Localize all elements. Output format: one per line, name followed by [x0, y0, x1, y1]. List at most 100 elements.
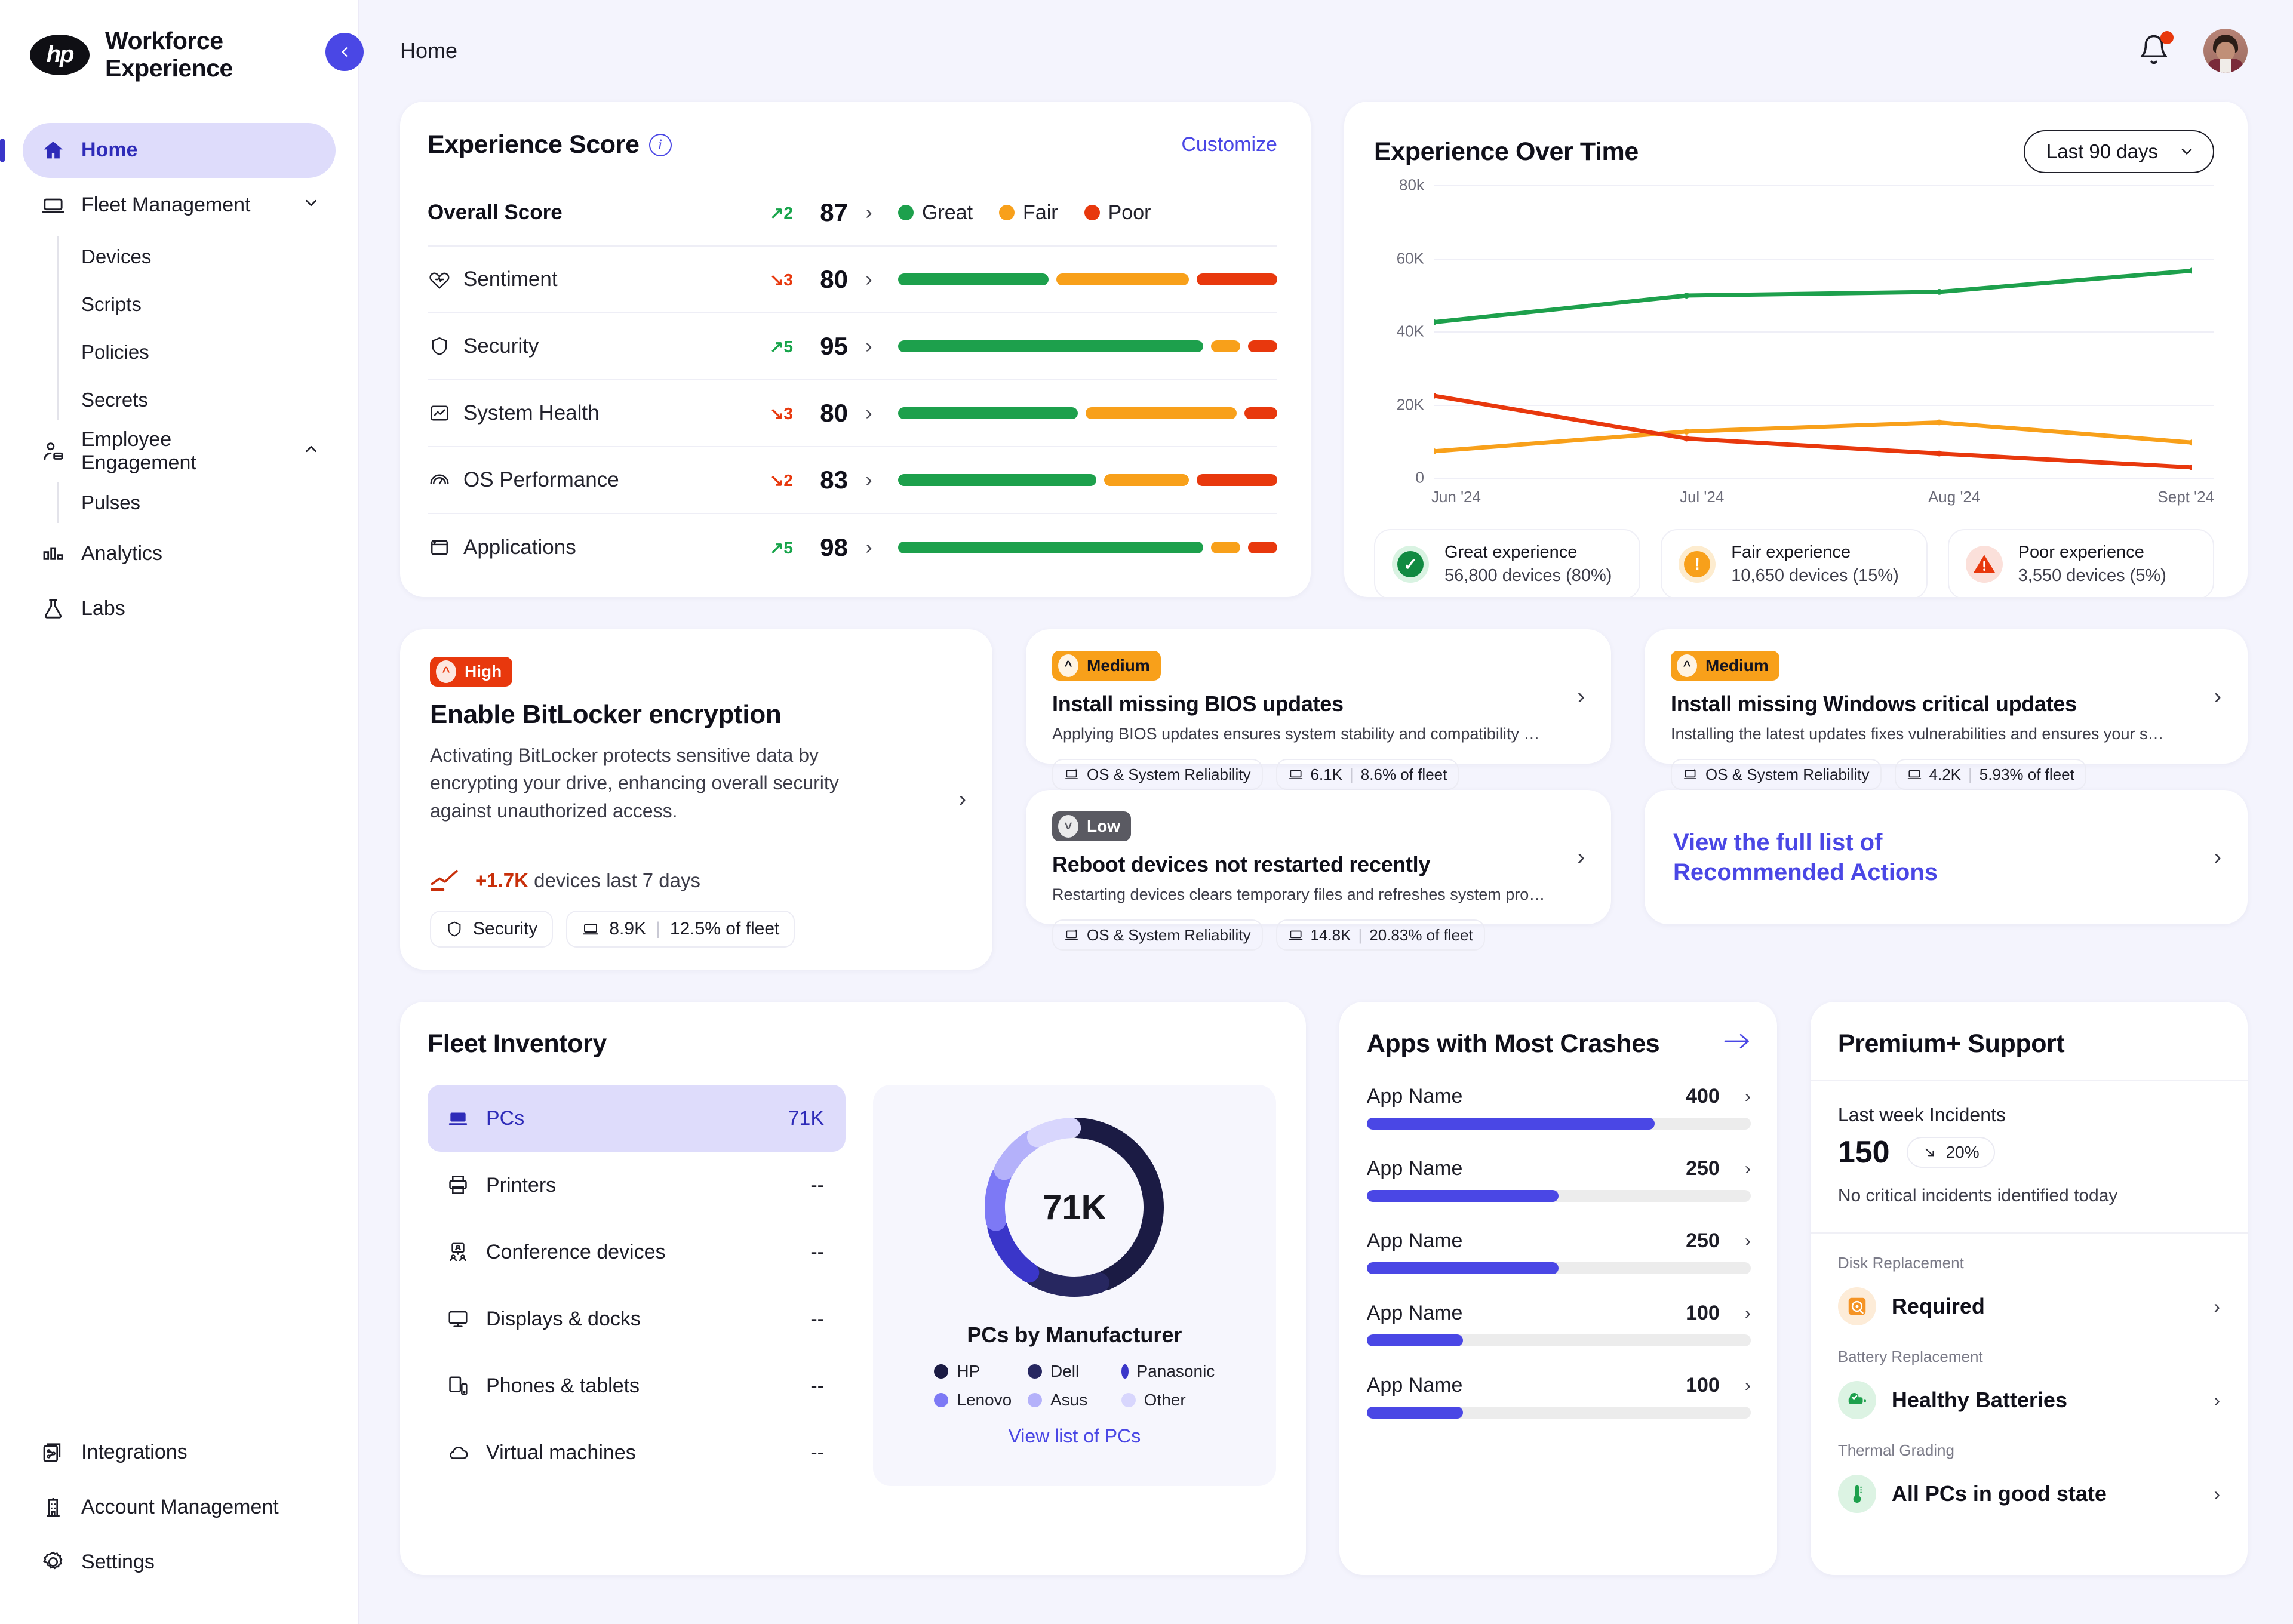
chevron-right-icon[interactable]: › [2214, 1483, 2220, 1505]
chevron-down-icon[interactable] [302, 194, 320, 216]
crash-row[interactable]: App Name 100 › [1367, 1374, 1751, 1419]
chevron-right-icon[interactable]: › [1720, 1303, 1751, 1324]
chevron-right-icon[interactable]: › [2214, 844, 2221, 870]
chevron-right-icon[interactable]: › [848, 201, 890, 224]
sidebar-item-labs[interactable]: Labs [23, 582, 336, 636]
fleet-item-displays-docks[interactable]: Displays & docks -- [428, 1285, 846, 1352]
sidebar-item-employee-engagement[interactable]: Employee Engagement [23, 424, 336, 479]
recommendation-card-bios[interactable]: ^ Medium Install missing BIOS updates Ap… [1026, 629, 1611, 764]
customize-link[interactable]: Customize [1181, 133, 1277, 156]
chevron-right-icon[interactable]: › [848, 335, 890, 358]
crash-row[interactable]: App Name 250 › [1367, 1157, 1751, 1202]
sidebar-item-policies[interactable]: Policies [57, 328, 358, 376]
chevron-right-icon[interactable]: › [1720, 1087, 1751, 1107]
premium-item-battery-replacement[interactable]: Healthy Batteries › [1838, 1374, 2220, 1426]
chevron-right-icon[interactable]: › [848, 536, 890, 559]
chevron-right-icon[interactable]: › [1720, 1159, 1751, 1179]
sidebar-item-label: Home [81, 139, 137, 162]
sidebar-item-account-management[interactable]: Account Management [23, 1480, 336, 1534]
crash-row[interactable]: App Name 100 › [1367, 1302, 1751, 1346]
date-range-select[interactable]: Last 90 days [2024, 130, 2214, 173]
recommendation-card-reboot[interactable]: ˅ Low Reboot devices not restarted recen… [1026, 790, 1611, 924]
fleet-item-phones-tablets[interactable]: Phones & tablets -- [428, 1352, 846, 1419]
legend-title: Poor experience [2018, 543, 2166, 562]
main-content: Home Experience [359, 0, 2293, 1624]
crash-row[interactable]: App Name 250 › [1367, 1229, 1751, 1274]
shield-icon [445, 920, 463, 938]
chevron-right-icon[interactable]: › [848, 402, 890, 425]
chevron-right-icon[interactable]: › [2214, 684, 2221, 709]
chevron-right-icon[interactable]: › [848, 469, 890, 492]
laptop-icon [1288, 927, 1304, 943]
sidebar-item-fleet-management[interactable]: Fleet Management [23, 178, 336, 233]
fleet-item-pcs[interactable]: PCs 71K [428, 1085, 846, 1152]
sidebar-item-pulses[interactable]: Pulses [57, 479, 358, 527]
os-reliability-icon [1064, 767, 1080, 782]
premium-item-disk-replacement[interactable]: Required › [1838, 1281, 2220, 1332]
recommended-actions-row: ^ High Enable BitLocker encryption Activ… [400, 629, 2248, 970]
info-icon[interactable]: i [649, 134, 672, 156]
recommendation-card-windows-updates[interactable]: ^ Medium Install missing Windows critica… [1645, 629, 2248, 764]
premium-section-disk: Disk Replacement Required › [1838, 1254, 2220, 1332]
view-list-of-pcs-link[interactable]: View list of PCs [1009, 1425, 1141, 1447]
apps-crashes-list: App Name 400 › App Name 250 › [1367, 1085, 1751, 1419]
avatar[interactable] [2203, 29, 2248, 73]
chevron-up-icon[interactable] [302, 440, 320, 462]
pc-icon [445, 1106, 471, 1131]
recommendation-trend: +1.7K devices last 7 days [430, 869, 963, 893]
trend-line-icon [430, 869, 462, 893]
apps-with-most-crashes-card: Apps with Most Crashes App Name 400 › [1339, 1002, 1777, 1575]
row-bars [890, 340, 1277, 352]
chevron-right-icon[interactable]: › [1577, 844, 1585, 870]
row-label: Sentiment [428, 267, 738, 291]
chevron-right-icon[interactable]: › [1720, 1231, 1751, 1251]
crash-row-top: App Name 250 › [1367, 1157, 1751, 1180]
sidebar-item-label: Analytics [81, 542, 162, 565]
notifications-button[interactable] [2138, 33, 2170, 68]
sidebar-item-devices[interactable]: Devices [57, 233, 358, 281]
legend-label: Poor [1108, 201, 1151, 224]
fleet-item-printers[interactable]: Printers -- [428, 1152, 846, 1219]
sidebar-submenu-engagement: Pulses [57, 479, 358, 527]
overall-delta: ↗2 [738, 203, 793, 223]
crash-row-top: App Name 400 › [1367, 1085, 1751, 1108]
experience-score-row[interactable]: Security ↗5 95 › [428, 313, 1277, 380]
arrow-right-icon[interactable] [1723, 1031, 1751, 1058]
sidebar-item-integrations[interactable]: Integrations [23, 1425, 336, 1480]
recommendation-card-bitlocker[interactable]: ^ High Enable BitLocker encryption Activ… [400, 629, 992, 970]
experience-score-row[interactable]: System Health ↘3 80 › [428, 380, 1277, 447]
sidebar-item-secrets[interactable]: Secrets [57, 376, 358, 424]
fleet-item-conference-devices[interactable]: Conference devices -- [428, 1219, 846, 1285]
experience-score-row[interactable]: OS Performance ↘2 83 › [428, 447, 1277, 514]
phone-icon [445, 1373, 471, 1398]
sidebar-item-analytics[interactable]: Analytics [23, 527, 336, 582]
chevron-right-icon[interactable]: › [2214, 1389, 2220, 1411]
chevron-right-icon[interactable]: › [2214, 1296, 2220, 1318]
chevron-right-icon[interactable]: › [1720, 1376, 1751, 1396]
sidebar-item-scripts[interactable]: Scripts [57, 281, 358, 328]
premium-item-thermal-grading[interactable]: All PCs in good state › [1838, 1468, 2220, 1520]
bar-poor [1197, 273, 1277, 285]
sidebar-item-settings[interactable]: Settings [23, 1534, 336, 1589]
view-all-recommended-actions-card[interactable]: View the full list of Recommended Action… [1645, 790, 2248, 924]
swatch [934, 1393, 948, 1407]
printer-icon [445, 1173, 471, 1198]
experience-score-overall-row: Overall Score ↗2 87 › Great Fair Poor [428, 180, 1277, 247]
sidebar-item-home[interactable]: Home [23, 123, 336, 178]
label-text: System Health [463, 401, 600, 425]
sidebar-collapse-button[interactable] [325, 33, 364, 71]
app-root: hp Workforce Experience Home Fleet Manag… [0, 0, 2293, 1624]
crash-row[interactable]: App Name 400 › [1367, 1085, 1751, 1130]
chip-fleet: 14.8K | 20.83% of fleet [1276, 919, 1485, 951]
building-icon [41, 1494, 66, 1520]
chip-fleet: 4.2K | 5.93% of fleet [1895, 759, 2086, 790]
chevron-right-icon[interactable]: › [1577, 684, 1585, 709]
experience-score-row[interactable]: Applications ↗5 98 › [428, 514, 1277, 581]
bar-fair [1056, 273, 1188, 285]
chevron-right-icon[interactable]: › [958, 787, 966, 813]
chevron-right-icon[interactable]: › [848, 268, 890, 291]
chip-pct: 5.93% of fleet [1980, 765, 2074, 784]
fleet-item-virtual-machines[interactable]: Virtual machines -- [428, 1419, 846, 1486]
experience-score-row[interactable]: Sentiment ↘3 80 › [428, 247, 1277, 313]
recommendation-description: Installing the latest updates fixes vuln… [1671, 722, 2166, 746]
